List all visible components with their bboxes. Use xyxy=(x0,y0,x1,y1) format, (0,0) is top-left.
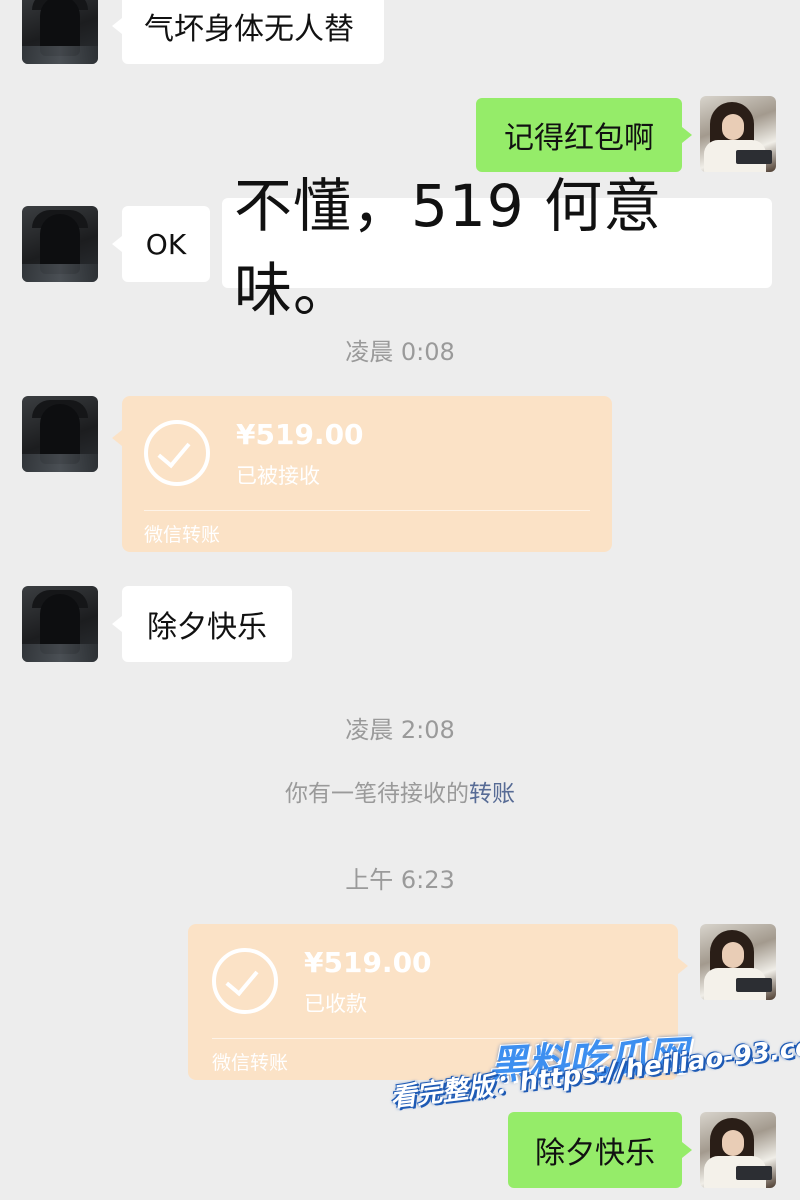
my-avatar[interactable] xyxy=(700,924,776,1000)
contact-avatar[interactable] xyxy=(22,586,98,662)
transfer-footer: 微信转账 xyxy=(144,524,221,546)
pending-transfer-notice: 你有一笔待接收的转账 xyxy=(0,774,800,808)
transfer-divider xyxy=(144,510,590,511)
message-text: OK xyxy=(145,227,187,261)
contact-avatar[interactable] xyxy=(22,0,98,64)
timestamp: 上午 6:23 xyxy=(345,866,455,894)
timestamp: 凌晨 0:08 xyxy=(345,338,455,366)
notice-text: 你有一笔待接收的 xyxy=(285,781,469,807)
transfer-card-received[interactable]: ¥519.00 已被接收 微信转账 xyxy=(112,396,612,552)
message-text: 除夕快乐 xyxy=(147,610,267,645)
transfer-status: 已被接收 xyxy=(236,464,320,488)
my-avatar[interactable] xyxy=(700,1112,776,1188)
transfer-footer: 微信转账 xyxy=(212,1052,289,1074)
timestamp: 凌晨 2:08 xyxy=(345,716,455,744)
contact-avatar[interactable] xyxy=(22,396,98,472)
message-text: 记得红包啊 xyxy=(504,121,654,156)
contact-avatar[interactable] xyxy=(22,206,98,282)
transfer-amount: ¥519.00 xyxy=(236,418,364,451)
message-bubble-outgoing[interactable]: 除夕快乐 xyxy=(508,1112,692,1188)
message-bubble-incoming[interactable]: OK xyxy=(112,206,210,282)
transfer-amount: ¥519.00 xyxy=(304,946,432,979)
message-bubble-incoming[interactable]: 气坏身体无人替 xyxy=(112,0,384,64)
message-text: 气坏身体无人替 xyxy=(144,12,354,47)
transfer-link[interactable]: 转账 xyxy=(469,781,515,807)
check-circle-icon xyxy=(144,420,210,486)
check-circle-icon xyxy=(212,948,278,1014)
message-text: 除夕快乐 xyxy=(535,1136,655,1171)
message-bubble-incoming[interactable]: 除夕快乐 xyxy=(112,586,292,662)
overlay-caption: 不懂，519 何意味。 xyxy=(222,172,772,324)
transfer-status: 已收款 xyxy=(304,992,367,1016)
caption-text: 不懂，519 何意味。 xyxy=(234,172,663,324)
